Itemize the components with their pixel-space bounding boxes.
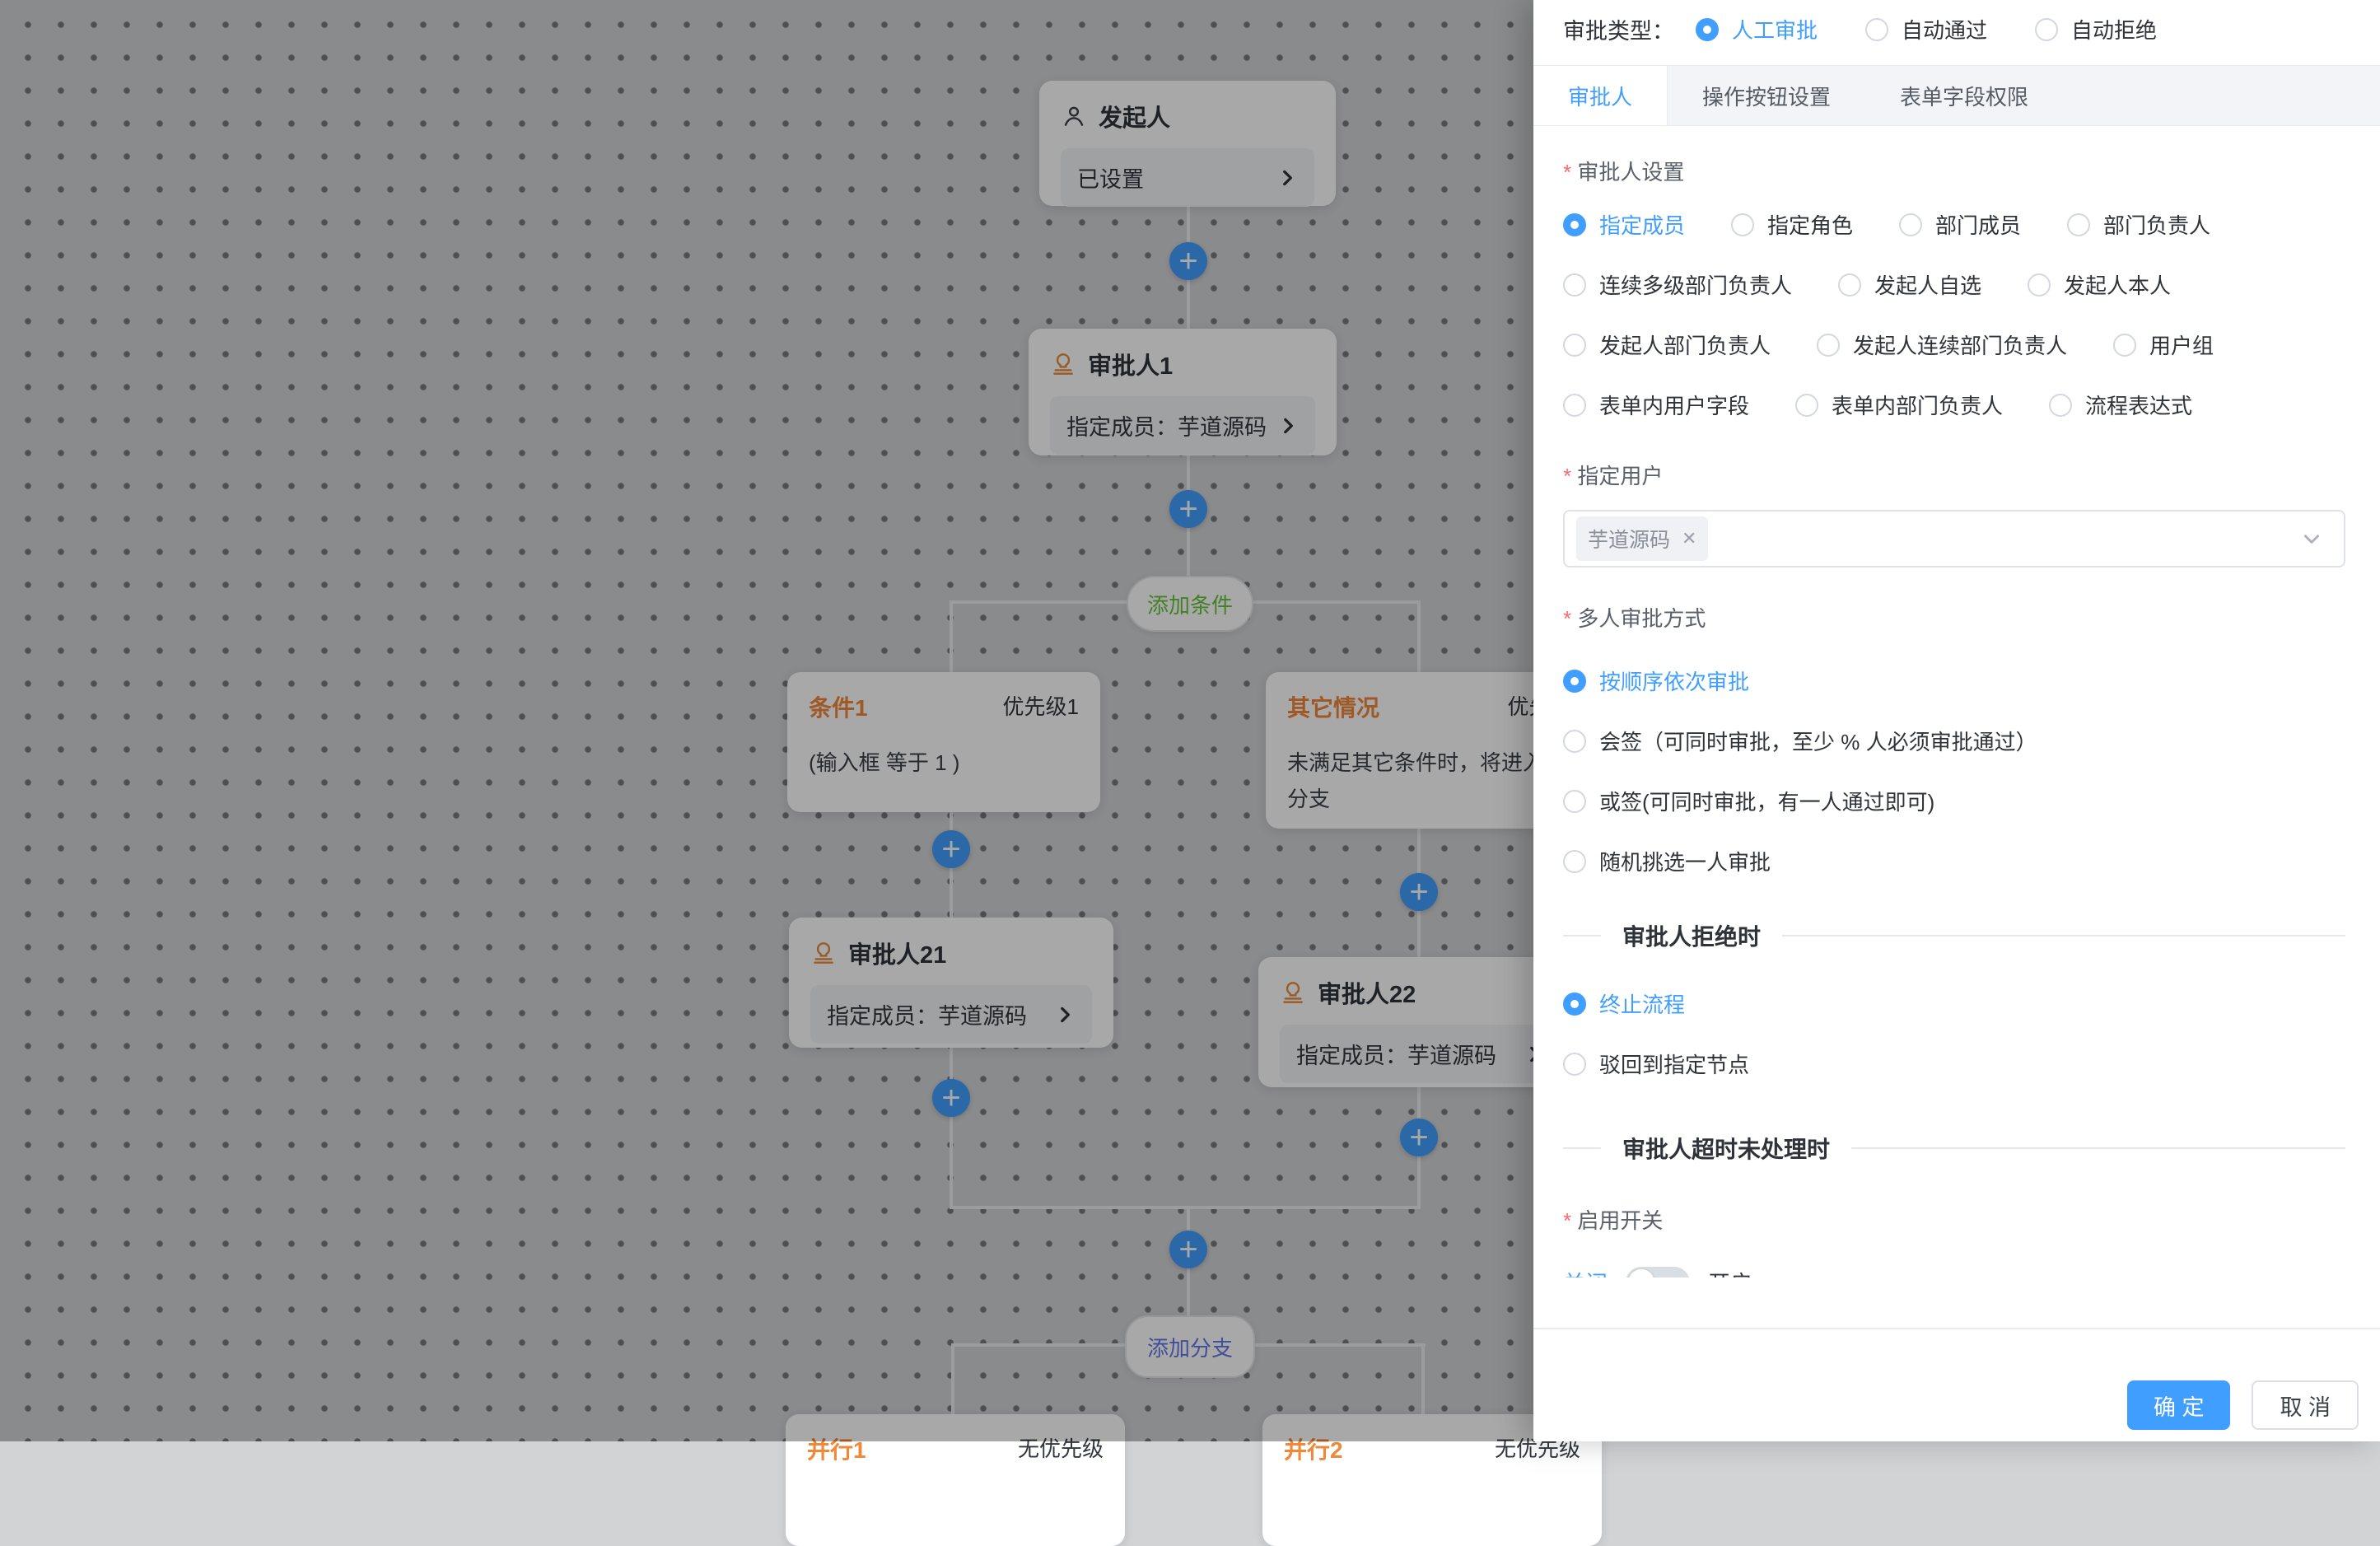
radio-auto-reject[interactable]: 自动拒绝 xyxy=(2035,14,2157,44)
cancel-button[interactable]: 取 消 xyxy=(2252,1380,2359,1430)
timeout-toggle-switch[interactable] xyxy=(1626,1267,1690,1278)
divider-approver-timeout: 审批人超时未处理时 xyxy=(1563,1132,2345,1165)
radio-terminate-process[interactable]: 终止流程 xyxy=(1563,988,2345,1019)
radio-label: 驳回到指定节点 xyxy=(1599,1049,1749,1079)
radio-label: 流程表达式 xyxy=(2085,390,2192,420)
footer-divider xyxy=(1533,1328,2380,1329)
radio-multi-level-dept-leader[interactable]: 连续多级部门负责人 xyxy=(1563,269,1792,300)
drawer-footer: 确 定 取 消 xyxy=(2127,1380,2359,1430)
radio-initiator-choose[interactable]: 发起人自选 xyxy=(1838,269,1981,300)
switch-off-label: 关闭 xyxy=(1563,1266,1608,1277)
radio-icon xyxy=(2067,213,2090,236)
approval-type-label: 审批类型： xyxy=(1563,13,1674,45)
radio-icon xyxy=(1563,670,1586,693)
chevron-down-icon xyxy=(2299,526,2324,551)
radio-label: 自动通过 xyxy=(1902,14,1987,44)
radio-icon xyxy=(1563,273,1586,297)
radio-icon xyxy=(2049,394,2072,417)
tab-approver[interactable]: 审批人 xyxy=(1533,66,1668,125)
radio-label: 发起人自选 xyxy=(1874,269,1981,300)
radio-user-group[interactable]: 用户组 xyxy=(2113,329,2214,360)
radio-icon xyxy=(2028,273,2051,297)
radio-icon xyxy=(1899,213,1922,236)
radio-icon xyxy=(1865,18,1888,41)
confirm-button[interactable]: 确 定 xyxy=(2127,1380,2231,1430)
tag-close-icon[interactable]: ✕ xyxy=(1682,528,1696,549)
radio-label: 连续多级部门负责人 xyxy=(1599,269,1792,300)
approval-type-row: 审批类型： 人工审批 自动通过 自动拒绝 xyxy=(1563,13,2349,45)
enable-switch-label: 启用开关 xyxy=(1563,1204,2345,1235)
radio-label: 人工审批 xyxy=(1732,14,1818,44)
radio-dept-member[interactable]: 部门成员 xyxy=(1899,209,2021,240)
approval-type-radio-group: 人工审批 自动通过 自动拒绝 xyxy=(1696,14,2157,44)
radio-initiator-self[interactable]: 发起人本人 xyxy=(2028,269,2171,300)
radio-icon xyxy=(1563,730,1586,753)
radio-icon xyxy=(1731,213,1754,236)
tag-text: 芋道源码 xyxy=(1588,524,1670,553)
timeout-switch-row: 关闭 开启 xyxy=(1563,1266,2345,1277)
radio-initiator-multi-dept-leader[interactable]: 发起人连续部门负责人 xyxy=(1817,329,2067,360)
radio-dept-leader[interactable]: 部门负责人 xyxy=(2067,209,2210,240)
drawer-body: 审批人设置 指定成员 指定角色 部门成员 部门负责人 连续多级部门负责人 发起人… xyxy=(1533,126,2380,1277)
radio-label: 部门负责人 xyxy=(2103,209,2210,240)
radio-icon xyxy=(1563,850,1586,873)
radio-label: 发起人连续部门负责人 xyxy=(1853,329,2067,360)
radio-return-to-node[interactable]: 驳回到指定节点 xyxy=(1563,1049,2345,1079)
radio-label: 用户组 xyxy=(2149,329,2214,360)
radio-icon xyxy=(1838,273,1861,297)
radio-sequential-approve[interactable]: 按顺序依次审批 xyxy=(1563,666,2345,696)
approver-setting-label: 审批人设置 xyxy=(1563,156,2345,186)
radio-icon xyxy=(1563,1053,1586,1076)
radio-orsign[interactable]: 或签(可同时审批，有一人通过即可) xyxy=(1563,786,2345,816)
radio-process-expression[interactable]: 流程表达式 xyxy=(2049,390,2192,420)
radio-manual-approve[interactable]: 人工审批 xyxy=(1696,14,1818,44)
radio-label: 随机挑选一人审批 xyxy=(1599,846,1771,876)
radio-icon xyxy=(1563,993,1586,1016)
radio-label: 或签(可同时审批，有一人通过即可) xyxy=(1599,786,1934,816)
radio-icon xyxy=(1563,213,1586,236)
divider-approver-reject: 审批人拒绝时 xyxy=(1563,919,2345,952)
multi-approve-mode-radio-group: 按顺序依次审批 会签（可同时审批，至少 % 人必须审批通过） 或签(可同时审批，… xyxy=(1563,666,2345,876)
node-settings-drawer: 审批类型： 人工审批 自动通过 自动拒绝 审批人 操作按钮设置 表单字段权限 xyxy=(1533,0,2380,1441)
reject-radio-group: 终止流程 驳回到指定节点 xyxy=(1563,988,2345,1079)
tab-form-field-permission[interactable]: 表单字段权限 xyxy=(1865,66,2063,125)
tab-button-settings[interactable]: 操作按钮设置 xyxy=(1668,66,1865,125)
radio-label: 按顺序依次审批 xyxy=(1599,666,1749,696)
radio-icon xyxy=(1696,18,1719,41)
radio-random-one[interactable]: 随机挑选一人审批 xyxy=(1563,846,2345,876)
radio-countersign[interactable]: 会签（可同时审批，至少 % 人必须审批通过） xyxy=(1563,726,2345,756)
divider-title: 审批人超时未处理时 xyxy=(1622,1132,1830,1165)
radio-icon xyxy=(1795,394,1818,417)
radio-form-dept-leader[interactable]: 表单内部门负责人 xyxy=(1795,390,2003,420)
radio-label: 会签（可同时审批，至少 % 人必须审批通过） xyxy=(1599,726,2037,756)
radio-assigned-role[interactable]: 指定角色 xyxy=(1731,209,1853,240)
radio-label: 部门成员 xyxy=(1935,209,2021,240)
assign-user-label: 指定用户 xyxy=(1563,460,2345,490)
radio-label: 指定成员 xyxy=(1599,209,1685,240)
radio-label: 自动拒绝 xyxy=(2071,14,2157,44)
approver-setting-radio-group: 指定成员 指定角色 部门成员 部门负责人 连续多级部门负责人 发起人自选 发起人… xyxy=(1563,209,2345,420)
switch-on-label: 开启 xyxy=(1708,1266,1752,1277)
radio-label: 发起人本人 xyxy=(2064,269,2171,300)
radio-icon xyxy=(2113,334,2136,357)
radio-label: 指定角色 xyxy=(1767,209,1853,240)
radio-label: 发起人部门负责人 xyxy=(1599,329,1771,360)
radio-label: 表单内用户字段 xyxy=(1599,390,1749,420)
radio-icon xyxy=(1817,334,1840,357)
radio-initiator-dept-leader[interactable]: 发起人部门负责人 xyxy=(1563,329,1771,360)
radio-label: 表单内部门负责人 xyxy=(1832,390,2003,420)
multi-approve-mode-label: 多人审批方式 xyxy=(1563,602,2345,633)
radio-auto-approve[interactable]: 自动通过 xyxy=(1865,14,1987,44)
drawer-tabs: 审批人 操作按钮设置 表单字段权限 xyxy=(1533,65,2380,126)
radio-icon xyxy=(1563,334,1586,357)
radio-icon xyxy=(1563,790,1586,813)
selected-user-tag: 芋道源码 ✕ xyxy=(1576,516,1708,561)
radio-assigned-member[interactable]: 指定成员 xyxy=(1563,209,1685,240)
radio-form-user-field[interactable]: 表单内用户字段 xyxy=(1563,390,1749,420)
radio-icon xyxy=(1563,394,1586,417)
radio-icon xyxy=(2035,18,2058,41)
assign-user-select[interactable]: 芋道源码 ✕ xyxy=(1563,510,2345,567)
radio-label: 终止流程 xyxy=(1599,988,1685,1019)
divider-title: 审批人拒绝时 xyxy=(1622,919,1761,952)
